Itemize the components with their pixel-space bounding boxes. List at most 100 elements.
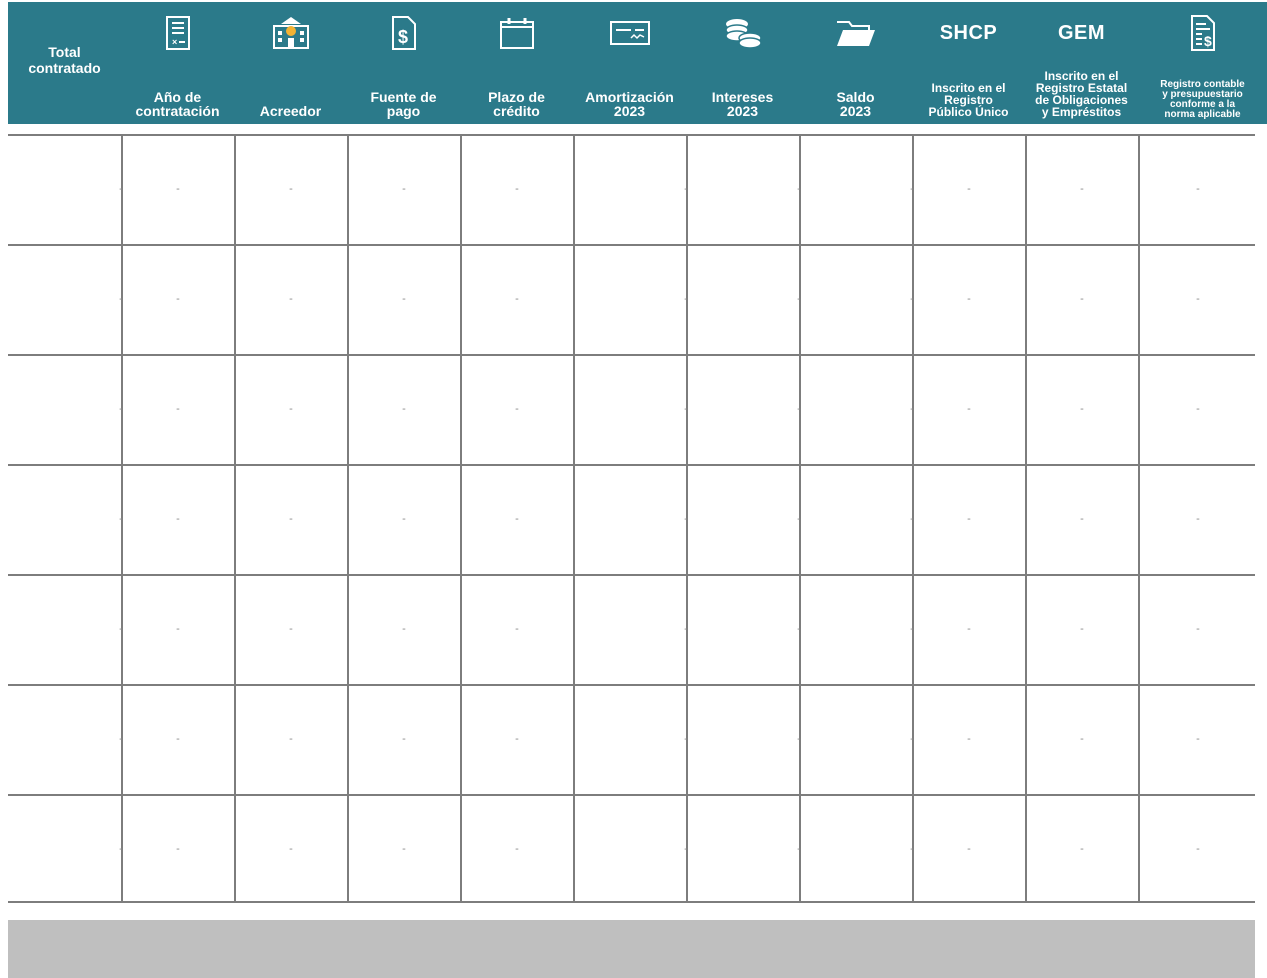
table-cell: - (1080, 403, 1084, 415)
data-table: - - - - - - - - - - - - - - - - - - - - - - - - - - - - - - - - - - - - - - - -… (8, 124, 1255, 904)
table-cell: - (1196, 623, 1200, 635)
header-saldo: Saldo 2023 (799, 2, 912, 124)
table-cell: - (402, 843, 406, 855)
header-label: Año de contratación (135, 89, 220, 119)
table-cell: - (119, 183, 123, 195)
table-cell: - (515, 183, 519, 195)
row-divider (8, 684, 1255, 686)
table-cell: - (289, 843, 293, 855)
table-cell: - (289, 513, 293, 525)
table-cell: - (797, 623, 801, 635)
table-cell: - (910, 293, 914, 305)
table-cell: - (1196, 403, 1200, 415)
table-cell: - (515, 843, 519, 855)
row-divider (8, 464, 1255, 466)
header-label: Plazo de crédito (488, 89, 545, 119)
table-cell: - (119, 733, 123, 745)
table-cell: - (176, 623, 180, 635)
table-cell: - (910, 513, 914, 525)
bank-check-icon (573, 14, 686, 52)
table-cell: - (797, 293, 801, 305)
header-heading-shcp: SHCP (939, 22, 998, 44)
table-cell: - (967, 733, 971, 745)
header-heading-wrap: SHCP (912, 14, 1025, 52)
table-cell: - (910, 843, 914, 855)
table-cell: - (684, 623, 688, 635)
table-cell: - (910, 733, 914, 745)
header-label: Inscrito en el Registro Estatal de Oblig… (1035, 69, 1128, 119)
table-cell: - (684, 183, 688, 195)
table-cell: - (967, 403, 971, 415)
table-cell: - (797, 513, 801, 525)
table-cell: - (289, 623, 293, 635)
table-cell: - (684, 403, 688, 415)
coins-stack-icon (686, 14, 799, 52)
header-label: Intereses 2023 (711, 89, 774, 119)
table-cell: - (402, 183, 406, 195)
row-divider (8, 354, 1255, 356)
table-cell: - (176, 733, 180, 745)
calendar-icon (460, 14, 573, 52)
table-cell: - (684, 843, 688, 855)
dollar-ledger-icon: $ (1138, 14, 1267, 52)
table-cell: - (684, 733, 688, 745)
table-cell: - (119, 843, 123, 855)
row-divider (8, 794, 1255, 796)
table-cell: - (176, 513, 180, 525)
column-divider (460, 134, 462, 903)
table-cell: - (1196, 733, 1200, 745)
table-cell: - (684, 513, 688, 525)
header-label: Amortización 2023 (585, 89, 674, 119)
column-divider (573, 134, 575, 903)
header-intereses: Intereses 2023 (686, 2, 799, 124)
header-label: Acreedor (259, 103, 322, 119)
table-cell: - (289, 733, 293, 745)
table-cell: - (402, 733, 406, 745)
table-cell: - (402, 403, 406, 415)
header-label: Inscrito en el Registro Público Único (928, 81, 1009, 119)
header-fuente-pago: $ Fuente de pago (347, 2, 460, 124)
table-cell: - (910, 183, 914, 195)
dollar-document-icon: $ (347, 14, 460, 52)
svg-text:$: $ (1204, 33, 1212, 49)
table-cell: - (119, 403, 123, 415)
table-cell: - (797, 403, 801, 415)
row-divider (8, 134, 1255, 136)
table-cell: - (967, 623, 971, 635)
table-cell: - (289, 183, 293, 195)
table-cell: - (1196, 843, 1200, 855)
table-cell: - (402, 623, 406, 635)
table-cell: - (797, 843, 801, 855)
table-cell: - (1196, 293, 1200, 305)
open-folder-icon (799, 14, 912, 52)
row-divider (8, 574, 1255, 576)
row-divider (8, 244, 1255, 246)
table-cell: - (515, 403, 519, 415)
checklist-document-icon: × (121, 14, 234, 52)
table-cell: - (176, 403, 180, 415)
table-cell: - (910, 623, 914, 635)
table-cell: - (289, 403, 293, 415)
table-cell: - (289, 293, 293, 305)
table-cell: - (119, 513, 123, 525)
table-cell: - (967, 843, 971, 855)
column-divider (234, 134, 236, 903)
table-cell: - (176, 183, 180, 195)
table-cell: - (967, 183, 971, 195)
table-cell: - (1080, 513, 1084, 525)
table-cell: - (402, 293, 406, 305)
table-cell: - (967, 513, 971, 525)
table-cell: - (119, 623, 123, 635)
table-cell: - (1080, 733, 1084, 745)
table-cell: - (1196, 513, 1200, 525)
table-cell: - (1080, 623, 1084, 635)
table-cell: - (1080, 183, 1084, 195)
svg-text:$: $ (398, 27, 408, 47)
header-label: Total contratado (28, 44, 101, 76)
svg-text:×: × (172, 37, 177, 47)
table-cell: - (967, 293, 971, 305)
bank-building-icon (234, 14, 347, 52)
table-cell: - (176, 843, 180, 855)
header-heading-gem: GEM (1057, 22, 1106, 44)
header-heading-wrap: GEM (1025, 14, 1138, 52)
